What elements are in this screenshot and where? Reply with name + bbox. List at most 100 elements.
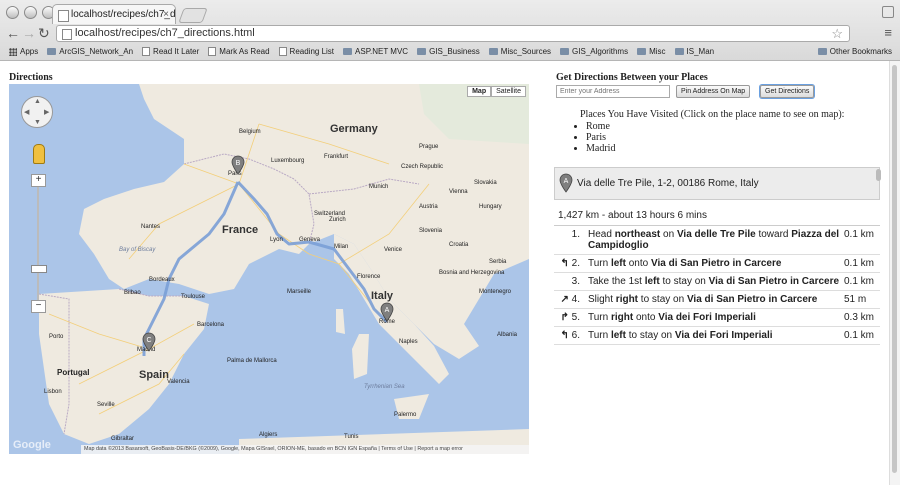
step-instruction: Head northeast on Via delle Tre Pile tow…	[586, 226, 842, 255]
map-label: Austria	[419, 204, 438, 210]
direction-step[interactable]: 1. Head northeast on Via delle Tre Pile t…	[554, 226, 880, 255]
window-scrollbar[interactable]	[889, 61, 900, 485]
map-label: Hungary	[479, 204, 502, 210]
pan-left-icon[interactable]: ◀	[24, 108, 29, 116]
panel-title: Get Directions Between your Places	[556, 72, 708, 83]
map-label: Zurich	[329, 217, 346, 223]
marker-letter: C	[146, 337, 151, 344]
pan-control[interactable]: ▲ ▼ ◀ ▶	[21, 96, 53, 128]
map-label: Vienna	[449, 189, 468, 195]
map-label: Tyrrhenian Sea	[364, 384, 405, 390]
direction-step[interactable]: 3. Take the 1st left to stay on Via di Sa…	[554, 272, 880, 291]
bookmark-item[interactable]: Read It Later	[142, 47, 199, 56]
zoom-slider-handle[interactable]	[31, 265, 47, 273]
bookmark-item[interactable]: GIS_Algorithms	[560, 47, 628, 56]
map-type-satellite-button[interactable]: Satellite	[491, 86, 526, 97]
step-number: 3.	[554, 272, 586, 291]
bookmarks-bar: Apps ArcGIS_Network_An Read It Later Mar…	[0, 44, 900, 59]
map-label: Luxembourg	[271, 158, 305, 164]
folder-icon	[343, 48, 353, 55]
street-view-pegman-icon[interactable]	[33, 144, 45, 164]
tab-close-icon[interactable]: ×	[163, 5, 169, 24]
map-label: Barcelona	[197, 322, 225, 328]
turn-left-icon: ↰	[560, 258, 572, 269]
visited-place-link[interactable]: Madrid	[586, 143, 844, 154]
close-window-icon[interactable]	[6, 6, 19, 19]
step-number-text: 5.	[571, 312, 580, 323]
reload-icon[interactable]: ↻	[38, 25, 50, 41]
map-marker-a[interactable]: A	[380, 302, 394, 322]
map-canvas[interactable]: Germany France Spain Italy Portugal Pari…	[9, 84, 529, 454]
bookmark-item[interactable]: Misc_Sources	[488, 47, 551, 56]
visited-list: Rome Paris Madrid	[568, 121, 844, 154]
bookmark-item[interactable]: Misc	[637, 47, 666, 56]
step-number-text: 6.	[571, 330, 580, 341]
turn-left-icon: ↰	[560, 330, 572, 341]
new-tab-button[interactable]	[178, 8, 208, 23]
step-number: 1.	[554, 226, 586, 255]
zoom-in-button[interactable]: +	[31, 174, 46, 187]
pan-up-icon[interactable]: ▲	[34, 98, 41, 105]
bookmark-item[interactable]: IS_Man	[674, 47, 714, 56]
browser-tab[interactable]: localhost/recipes/ch7_di ×	[52, 4, 176, 24]
direction-step[interactable]: ↰ 6. Turn left to stay on Via dei Fori Im…	[554, 326, 880, 345]
map-label: Croatia	[449, 242, 469, 248]
map-label: Czech Republic	[401, 164, 444, 170]
map-type-map-button[interactable]: Map	[467, 86, 492, 97]
navigation-bar: ← → ↻ localhost/recipes/ch7_directions.h…	[0, 24, 900, 44]
map-marker-b[interactable]: B	[231, 155, 245, 175]
page-icon	[58, 10, 69, 22]
forward-arrow-icon[interactable]: →	[22, 25, 36, 41]
url-text: localhost/recipes/ch7_directions.html	[75, 27, 255, 39]
back-arrow-icon[interactable]: ←	[6, 25, 20, 41]
visited-place-link[interactable]: Rome	[586, 121, 844, 132]
bookmark-item[interactable]: GIS_Business	[417, 47, 480, 56]
bookmark-item[interactable]: ArcGIS_Network_An	[47, 47, 133, 56]
browser-chrome: localhost/recipes/ch7_di × ← → ↻ localho…	[0, 0, 900, 61]
bookmark-apps[interactable]: Apps	[9, 47, 38, 56]
visited-place-link[interactable]: Paris	[586, 132, 844, 143]
bookmark-star-icon[interactable]: ☆	[831, 26, 843, 41]
page-icon	[142, 47, 151, 56]
zoom-track[interactable]	[37, 176, 39, 311]
marker-a-icon: A	[559, 173, 573, 193]
origin-address: Via delle Tre Pile, 1-2, 00186 Rome, Ita…	[577, 178, 759, 189]
bookmark-item[interactable]: ASP.NET MVC	[343, 47, 408, 56]
direction-step[interactable]: ↱ 5. Turn right onto Via dei Fori Imperia…	[554, 308, 880, 327]
fullscreen-icon[interactable]	[882, 6, 894, 18]
step-number: ↱ 5.	[554, 308, 586, 327]
bookmark-item[interactable]: Reading List	[278, 47, 334, 56]
step-instruction: Turn right onto Via dei Fori Imperiali	[586, 308, 842, 327]
map-label: Geneva	[299, 237, 321, 243]
get-directions-button[interactable]: Get Directions	[760, 85, 815, 98]
other-bookmarks[interactable]: Other Bookmarks	[817, 47, 892, 56]
scroll-thumb[interactable]	[892, 65, 897, 473]
minimize-window-icon[interactable]	[24, 6, 37, 19]
map-label: Algiers	[259, 432, 278, 438]
pan-down-icon[interactable]: ▼	[34, 119, 41, 126]
scroll-thumb[interactable]	[876, 169, 881, 181]
folder-icon	[674, 48, 684, 55]
folder-icon	[817, 48, 827, 55]
route-origin[interactable]: A Via delle Tre Pile, 1-2, 00186 Rome, I…	[554, 167, 880, 200]
map-label: Marseille	[287, 289, 312, 295]
pin-address-button[interactable]: Pin Address On Map	[676, 85, 751, 98]
direction-step[interactable]: ↗ 4. Slight right to stay on Via di San P…	[554, 290, 880, 309]
map-marker-c[interactable]: C	[142, 332, 156, 352]
zoom-out-button[interactable]: −	[31, 300, 46, 313]
map-label: Bay of Biscay	[119, 247, 156, 253]
map-label: Slovakia	[474, 180, 497, 186]
map-label: Gibraltar	[111, 436, 135, 442]
google-logo[interactable]: Google	[13, 439, 51, 451]
pan-right-icon[interactable]: ▶	[44, 108, 49, 116]
map-label: Tunis	[344, 434, 359, 440]
bookmark-item[interactable]: Mark As Read	[208, 47, 270, 56]
address-input[interactable]	[556, 85, 670, 98]
panel-scrollbar[interactable]	[875, 167, 883, 357]
step-number: ↰ 6.	[554, 326, 586, 345]
step-number-text: 2.	[571, 258, 580, 269]
address-bar[interactable]: localhost/recipes/ch7_directions.html ☆	[56, 25, 850, 42]
step-instruction: Turn left onto Via di San Pietro in Carc…	[586, 254, 842, 273]
direction-step[interactable]: ↰ 2. Turn left onto Via di San Pietro in …	[554, 254, 880, 273]
menu-icon[interactable]: ≡	[884, 26, 892, 40]
